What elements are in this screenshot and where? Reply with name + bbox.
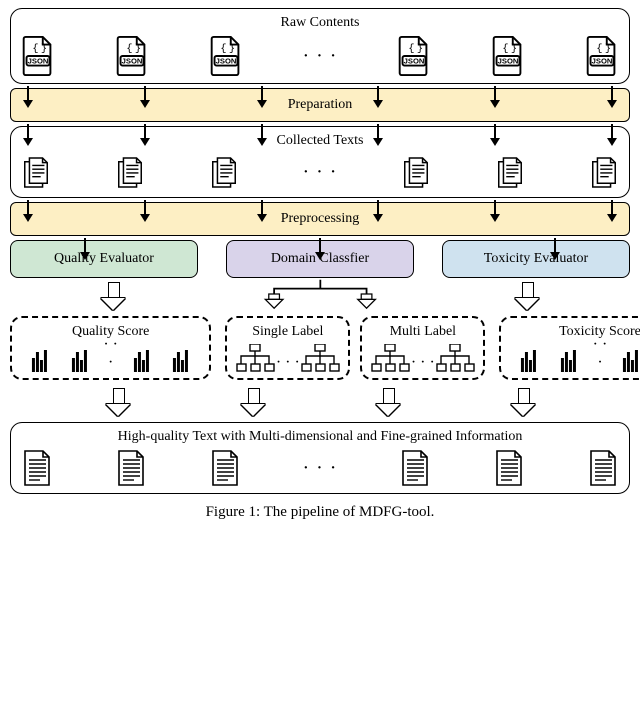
json-file-icon <box>209 35 243 77</box>
ellipsis: · · · <box>302 45 337 68</box>
tree-icon <box>300 344 340 372</box>
document-icon <box>589 153 619 191</box>
tree-icon <box>435 344 475 372</box>
bar-chart-icon <box>122 348 162 372</box>
bar-chart-icon <box>20 348 60 372</box>
raw-contents-title: Raw Contents <box>21 15 619 31</box>
document-icon <box>401 153 431 191</box>
bar-chart-icon <box>161 348 201 372</box>
hollow-arrow-icon <box>241 388 265 418</box>
module-quality-evaluator: Quality Evaluator <box>10 240 198 278</box>
bar-preprocessing: Preprocessing <box>10 202 630 236</box>
collected-texts-title: Collected Texts <box>21 133 619 149</box>
tree-icon <box>235 344 275 372</box>
ellipsis: · · · <box>276 354 300 372</box>
text-page-icon <box>399 449 431 487</box>
result-quality-score: Quality Score · · · <box>10 316 211 380</box>
figure-caption: Figure 1: The pipeline of MDFG-tool. <box>10 504 630 521</box>
hollow-arrow-icon <box>511 388 535 418</box>
hollow-arrow-icon <box>101 282 125 312</box>
bar-chart-icon <box>549 348 589 372</box>
bar-chart-icon <box>60 348 100 372</box>
single-label-title: Single Label <box>235 324 340 340</box>
bar-chart-icon <box>509 348 549 372</box>
panel-collected-texts: Collected Texts · · · <box>10 126 630 198</box>
json-file-icon <box>585 35 619 77</box>
branch-split-icon <box>217 278 424 310</box>
multi-label-title: Multi Label <box>370 324 475 340</box>
ellipsis: · · · <box>589 336 611 372</box>
ellipsis: · · · <box>100 336 122 372</box>
document-icon <box>209 153 239 191</box>
json-file-icon <box>115 35 149 77</box>
result-multi-label: Multi Label · · · <box>360 316 485 380</box>
bar-preparation: Preparation <box>10 88 630 122</box>
tree-icon <box>370 344 410 372</box>
text-page-icon <box>493 449 525 487</box>
text-page-icon <box>587 449 619 487</box>
document-icon <box>115 153 145 191</box>
text-page-icon <box>21 449 53 487</box>
ellipsis: · · · <box>302 161 337 184</box>
panel-raw-contents: Raw Contents · · · <box>10 8 630 84</box>
bar-chart-icon <box>611 348 640 372</box>
text-page-icon <box>115 449 147 487</box>
result-toxicity-score: Toxicity Score · · · <box>499 316 640 380</box>
hollow-arrow-icon <box>106 388 130 418</box>
json-file-icon <box>397 35 431 77</box>
panel-output: High-quality Text with Multi-dimensional… <box>10 422 630 494</box>
hollow-arrow-icon <box>376 388 400 418</box>
hollow-arrow-icon <box>515 282 539 312</box>
document-icon <box>21 153 51 191</box>
ellipsis: · · · <box>411 354 435 372</box>
toxicity-score-label: Toxicity Score <box>509 324 640 340</box>
output-title: High-quality Text with Multi-dimensional… <box>21 429 619 445</box>
module-toxicity-evaluator: Toxicity Evaluator <box>442 240 630 278</box>
result-single-label: Single Label · · · <box>225 316 350 380</box>
ellipsis: · · · <box>302 457 337 480</box>
json-file-icon <box>21 35 55 77</box>
json-file-icon <box>491 35 525 77</box>
text-page-icon <box>209 449 241 487</box>
document-icon <box>495 153 525 191</box>
